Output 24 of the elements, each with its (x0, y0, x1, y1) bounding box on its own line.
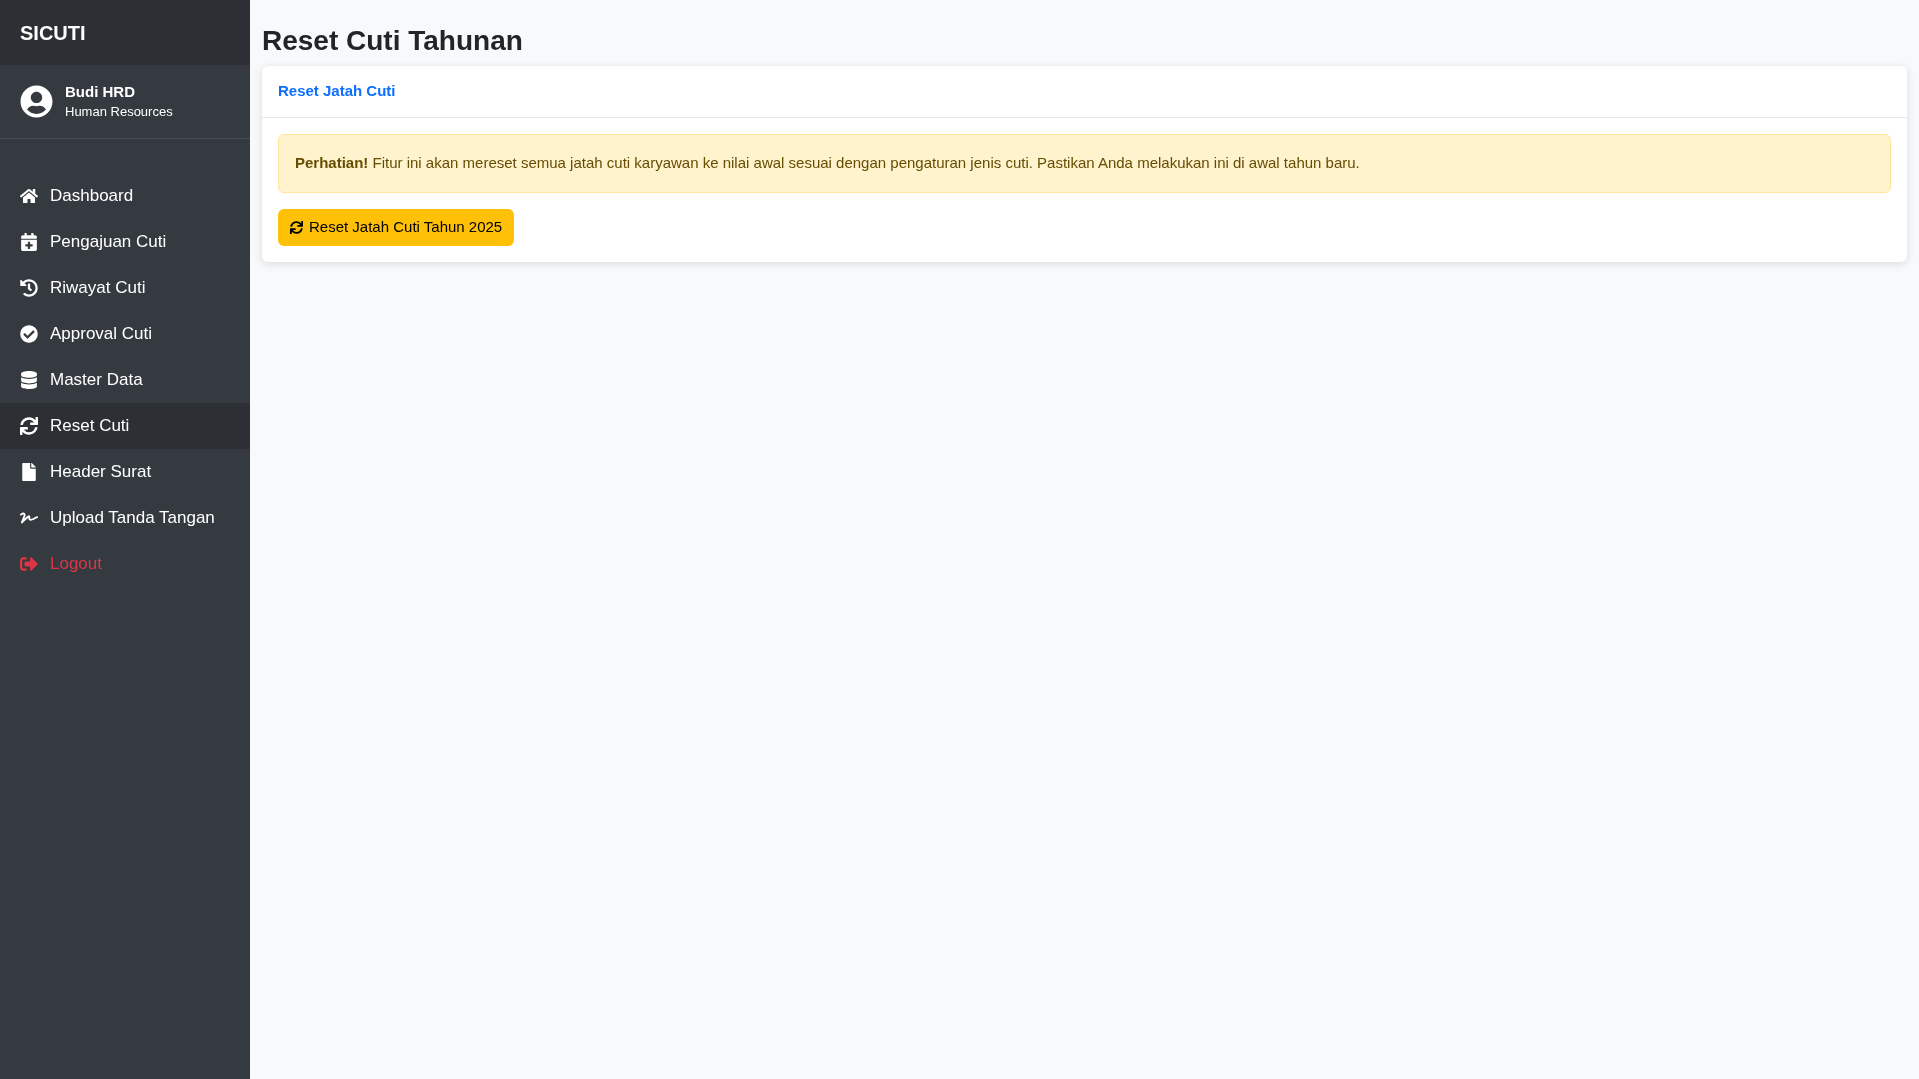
refresh-icon (20, 417, 38, 435)
sidebar-menu-item[interactable]: Upload Tanda Tangan (0, 495, 250, 541)
history-icon (20, 279, 38, 297)
sidebar-menu-item[interactable]: Dashboard (0, 173, 250, 219)
sidebar-menu-item[interactable]: Approval Cuti (0, 311, 250, 357)
user-name: Budi HRD (65, 81, 136, 102)
sidebar-menu-item[interactable]: Pengajuan Cuti (0, 219, 250, 265)
home-icon (20, 187, 38, 205)
warning-alert: Perhatian! Fitur ini akan mereset semua jatah cuti karyawan ke nilai awal sesuai dengan pengaturan jenis cuti. Pastikan Anda melakukan ini di awal tahun baru. (278, 134, 1891, 193)
file-icon (20, 463, 38, 481)
brand-title: SICUTI (20, 20, 86, 46)
database-icon (20, 371, 38, 389)
sidebar-menu-item[interactable]: Riwayat Cuti (0, 265, 250, 311)
user-avatar-icon (20, 85, 53, 118)
calendar-plus-icon (20, 233, 38, 251)
page-title: Reset Cuti Tahunan (262, 24, 524, 58)
sidebar-menu-item[interactable]: Reset Cuti (0, 403, 250, 449)
user-role: Human Resources (65, 102, 173, 121)
reset-quota-button[interactable]: Reset Jatah Cuti Tahun 2025 (278, 208, 515, 246)
sidebar-menu-item[interactable]: Master Data (0, 357, 250, 403)
refresh-icon (290, 220, 303, 234)
card-header-title: Reset Jatah Cuti (278, 81, 396, 102)
sidebar-menu-item[interactable]: Header Surat (0, 449, 250, 495)
logout-icon (20, 555, 38, 573)
